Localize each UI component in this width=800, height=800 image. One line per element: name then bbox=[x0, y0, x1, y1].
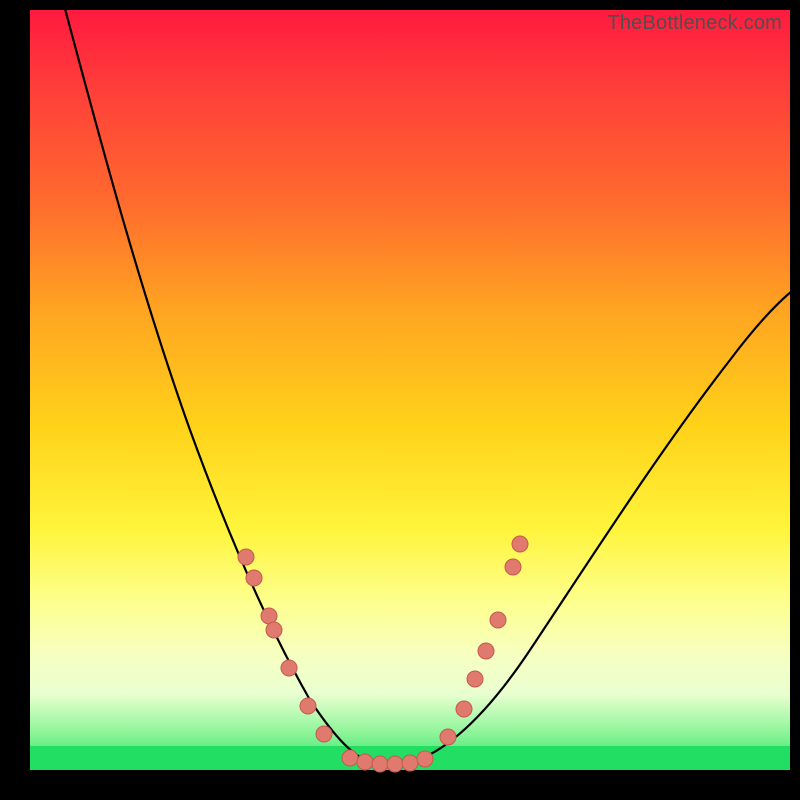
dots-trough bbox=[342, 750, 433, 772]
dot bbox=[238, 549, 254, 565]
dot bbox=[456, 701, 472, 717]
curve-right-arm bbox=[412, 285, 800, 762]
dot bbox=[300, 698, 316, 714]
plot-area: TheBottleneck.com bbox=[30, 10, 790, 770]
curve-layer bbox=[30, 10, 790, 770]
curve-left-arm bbox=[60, 0, 370, 762]
dot bbox=[505, 559, 521, 575]
dots-right-arm bbox=[440, 536, 528, 745]
dot bbox=[417, 751, 433, 767]
dot bbox=[440, 729, 456, 745]
dot bbox=[478, 643, 494, 659]
dot bbox=[372, 756, 388, 772]
dot bbox=[342, 750, 358, 766]
dot bbox=[490, 612, 506, 628]
dot bbox=[281, 660, 297, 676]
dot bbox=[266, 622, 282, 638]
dot bbox=[387, 756, 403, 772]
dot bbox=[512, 536, 528, 552]
dot bbox=[467, 671, 483, 687]
dot bbox=[402, 755, 418, 771]
dot bbox=[316, 726, 332, 742]
dot bbox=[357, 754, 373, 770]
chart-frame: TheBottleneck.com bbox=[0, 0, 800, 800]
dot bbox=[246, 570, 262, 586]
